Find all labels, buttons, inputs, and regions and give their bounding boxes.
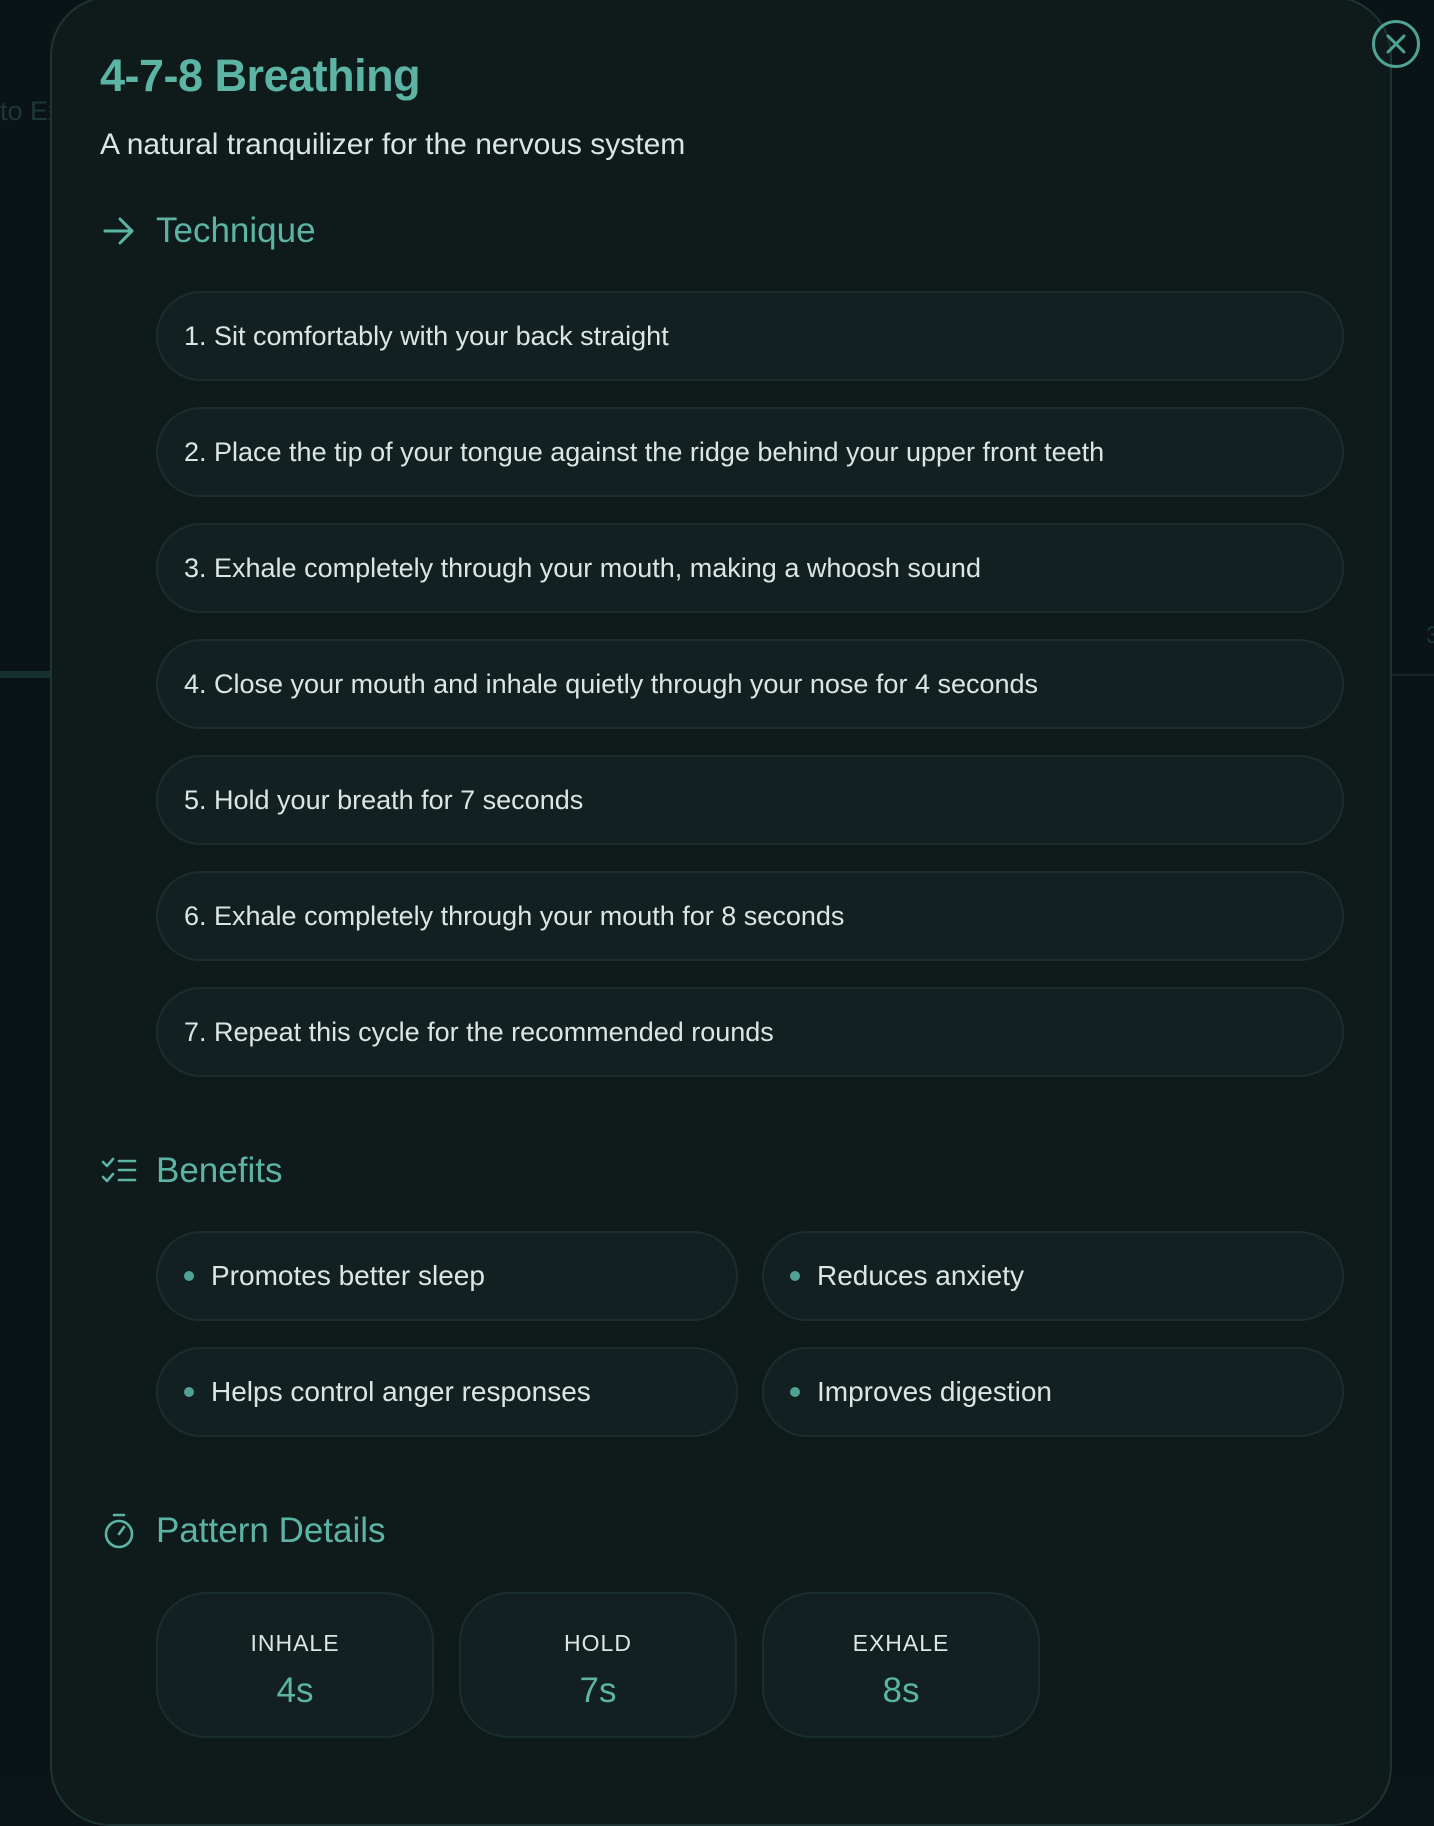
close-button[interactable]: [1372, 20, 1420, 68]
pattern-value: 4s: [276, 1671, 314, 1710]
technique-heading-label: Technique: [156, 211, 316, 250]
pattern-value: 8s: [882, 1671, 920, 1710]
benefit-label: Helps control anger responses: [211, 1376, 591, 1407]
technique-step: 6. Exhale completely through your mouth …: [156, 871, 1344, 961]
technique-step: 7. Repeat this cycle for the recommended…: [156, 987, 1344, 1077]
benefit-item: Helps control anger responses: [156, 1347, 738, 1437]
benefit-label: Reduces anxiety: [817, 1260, 1025, 1291]
bullet-icon: [184, 1271, 194, 1281]
benefits-heading-label: Benefits: [156, 1151, 283, 1190]
checklist-icon: [100, 1152, 138, 1190]
background-divider-right: [1392, 674, 1434, 676]
pattern-label: INHALE: [250, 1630, 340, 1656]
modal-title: 4-7-8 Breathing: [100, 50, 421, 101]
pattern-heading: Pattern Details: [100, 1511, 386, 1551]
pattern-card-inhale: INHALE 4s: [156, 1592, 434, 1738]
benefits-heading: Benefits: [100, 1151, 282, 1191]
benefit-label: Improves digestion: [817, 1376, 1053, 1407]
benefit-item: Improves digestion: [762, 1347, 1344, 1437]
arrow-right-icon: [100, 212, 138, 250]
bullet-icon: [790, 1387, 800, 1397]
technique-step: 3. Exhale completely through your mouth,…: [156, 523, 1344, 613]
modal-subtitle: A natural tranquilizer for the nervous s…: [100, 128, 686, 161]
close-icon: [1386, 34, 1406, 54]
pattern-card-hold: HOLD 7s: [459, 1592, 737, 1738]
technique-heading: Technique: [100, 211, 316, 251]
pattern-card-exhale: EXHALE 8s: [762, 1592, 1040, 1738]
technique-step: 4. Close your mouth and inhale quietly t…: [156, 639, 1344, 729]
technique-step: 1. Sit comfortably with your back straig…: [156, 291, 1344, 381]
background-partial-digit: 3: [1426, 622, 1434, 649]
pattern-label: EXHALE: [852, 1630, 950, 1656]
benefit-label: Promotes better sleep: [211, 1260, 485, 1291]
pattern-label: HOLD: [564, 1630, 632, 1656]
pattern-value: 7s: [579, 1671, 617, 1710]
stopwatch-icon: [100, 1512, 138, 1550]
pattern-heading-label: Pattern Details: [156, 1511, 386, 1550]
bullet-icon: [790, 1271, 800, 1281]
benefit-item: Reduces anxiety: [762, 1231, 1344, 1321]
benefit-item: Promotes better sleep: [156, 1231, 738, 1321]
technique-step: 2. Place the tip of your tongue against …: [156, 407, 1344, 497]
bullet-icon: [184, 1387, 194, 1397]
technique-step: 5. Hold your breath for 7 seconds: [156, 755, 1344, 845]
background-divider-left: [0, 671, 52, 678]
